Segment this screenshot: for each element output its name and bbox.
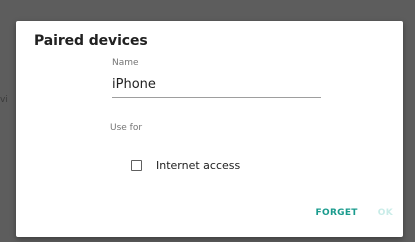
background-partial-text: vi xyxy=(0,95,8,105)
ok-button[interactable]: OK xyxy=(378,208,393,218)
dialog-actions: FORGET OK xyxy=(316,208,393,218)
internet-access-option[interactable]: Internet access xyxy=(131,159,240,172)
dialog-title: Paired devices xyxy=(34,33,148,49)
paired-devices-dialog: Paired devices Name Use for Internet acc… xyxy=(16,21,403,237)
device-name-input[interactable] xyxy=(112,73,321,95)
internet-access-label: Internet access xyxy=(156,159,241,172)
use-for-label: Use for xyxy=(110,123,143,133)
internet-access-checkbox[interactable] xyxy=(131,160,142,171)
forget-button[interactable]: FORGET xyxy=(316,208,358,218)
name-field-underline xyxy=(112,73,321,98)
name-field-label: Name xyxy=(112,58,139,68)
